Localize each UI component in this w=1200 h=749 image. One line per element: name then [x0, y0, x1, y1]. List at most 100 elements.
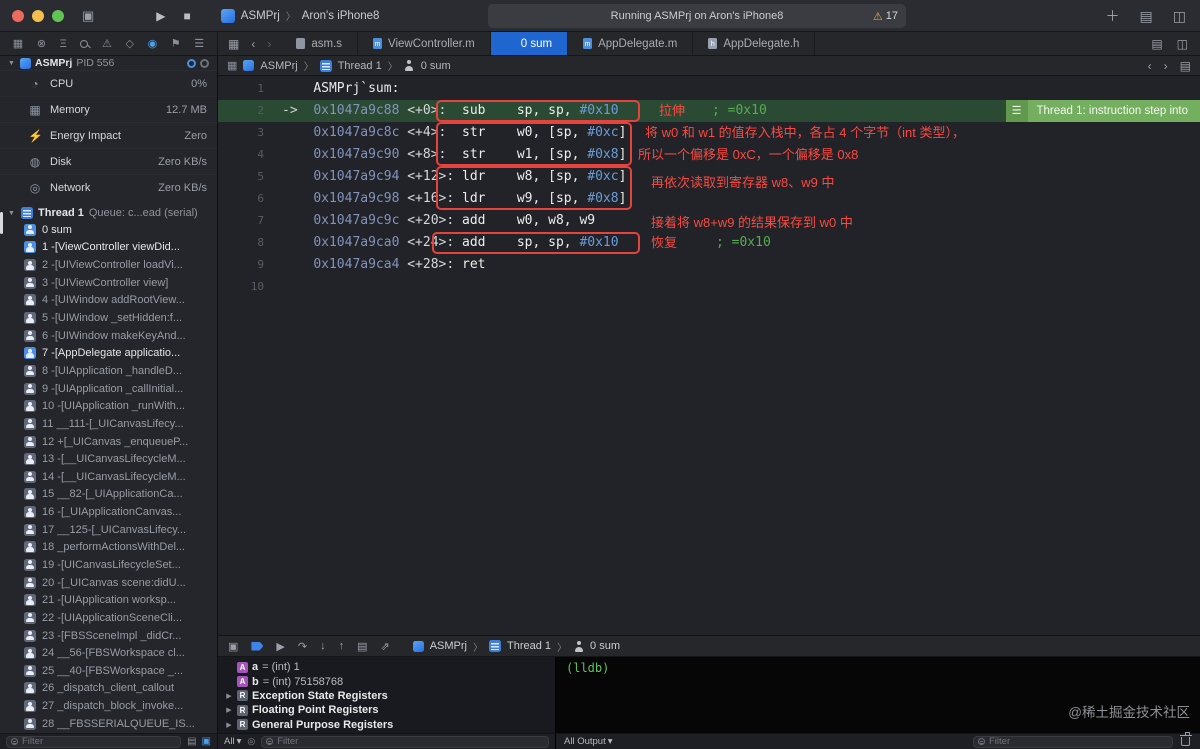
stop-button[interactable]: ■: [184, 0, 191, 32]
gauge-row[interactable]: ◎ Network Zero KB/s: [0, 174, 217, 200]
line-number[interactable]: 8: [218, 232, 268, 254]
jump-thread[interactable]: Thread 1: [338, 60, 382, 72]
disclosure-icon[interactable]: ▶: [225, 721, 233, 729]
chevron-right-icon[interactable]: ›: [1164, 59, 1168, 73]
stack-frame-row[interactable]: 16 -[_UIApplicationCanvas...: [24, 503, 217, 521]
gauge-row[interactable]: ◔ CPU 0%: [0, 70, 217, 96]
line-number[interactable]: 1: [218, 78, 268, 100]
stack-frame-row[interactable]: 5 -[UIWindow _setHidden:f...: [24, 309, 217, 327]
stack-frame-row[interactable]: 12 +[_UICanvas _enqueueP...: [24, 433, 217, 451]
issues-badge[interactable]: ⚠ 17: [873, 10, 898, 23]
stack-frame-row[interactable]: 7 -[AppDelegate applicatio...: [24, 344, 217, 362]
stack-frame-row[interactable]: 10 -[UIApplication _runWith...: [24, 397, 217, 415]
stack-frame-row[interactable]: 15 __82-[_UIApplicationCa...: [24, 486, 217, 504]
disclosure-icon[interactable]: ▼: [8, 60, 16, 67]
project-navigator-icon[interactable]: ▦: [13, 37, 23, 50]
line-number[interactable]: 7: [218, 210, 268, 232]
breakpoints-toggle-icon[interactable]: [251, 641, 264, 651]
window-panes-icon[interactable]: ▣: [82, 0, 94, 32]
variables-filter-input[interactable]: Filter: [261, 735, 549, 748]
stack-frame-row[interactable]: 18 _performActionsWithDel...: [24, 539, 217, 557]
stack-frame-row[interactable]: 28 __FBSSERIALQUEUE_IS...: [24, 715, 217, 733]
stack-frame-row[interactable]: 11 __111-[_UICanvasLifecy...: [24, 415, 217, 433]
continue-icon[interactable]: ▶: [276, 640, 284, 653]
find-navigator-icon[interactable]: [80, 39, 89, 48]
source-control-navigator-icon[interactable]: ⊗: [37, 37, 46, 50]
editor-tab[interactable]: asm.s: [281, 32, 359, 55]
editor-list-icon[interactable]: ▤: [1151, 37, 1162, 51]
run-button[interactable]: ▶: [156, 0, 165, 32]
console-scope-dropdown[interactable]: All Output ▾: [564, 736, 613, 747]
editor-tab[interactable]: m ViewController.m: [358, 32, 491, 55]
stack-frame-row[interactable]: 25 __40-[FBSWorkspace _...: [24, 662, 217, 680]
view-hierarchy-icon[interactable]: ▤: [357, 640, 367, 653]
variable-row[interactable]: ▶ R General Purpose Registers: [218, 718, 555, 732]
line-number[interactable]: 10: [218, 276, 268, 298]
debug-banner[interactable]: ☰ Thread 1: instruction step into: [1005, 100, 1200, 122]
stack-frame-row[interactable]: 26 _dispatch_client_callout: [24, 680, 217, 698]
variable-row[interactable]: ▶ R Exception State Registers: [218, 689, 555, 703]
stack-frame-row[interactable]: 1 -[ViewController viewDid...: [24, 239, 217, 257]
report-navigator-icon[interactable]: ☰: [194, 37, 204, 50]
add-button[interactable]: ＋: [1106, 6, 1120, 26]
stack-frame-row[interactable]: 27 _dispatch_block_invoke...: [24, 697, 217, 715]
step-over-icon[interactable]: ↷: [298, 640, 307, 653]
disclosure-icon[interactable]: ▼: [8, 210, 16, 217]
banner-menu-icon[interactable]: ☰: [1005, 100, 1028, 122]
flag-filter-icon[interactable]: ◎: [247, 736, 255, 747]
crumb-thread[interactable]: Thread 1: [507, 640, 551, 652]
process-row[interactable]: ▼ ASMPrj PID 556: [0, 56, 217, 70]
related-items-icon[interactable]: ▦: [227, 59, 237, 72]
stack-frame-row[interactable]: 13 -[__UICanvasLifecycleM...: [24, 450, 217, 468]
editor-tab[interactable]: 0 sum: [490, 32, 569, 55]
console-filter-input[interactable]: Filter: [973, 735, 1173, 748]
simulate-location-icon[interactable]: ⇗: [381, 640, 390, 653]
zoom-button[interactable]: [52, 9, 64, 22]
asm-line[interactable]: 10: [218, 276, 1200, 298]
show-only-icon[interactable]: ▤: [187, 736, 196, 747]
library-button[interactable]: ▤: [1140, 8, 1153, 25]
asm-line[interactable]: 8 0x1047a9ca0 <+24>: add sp, sp, #0x10: [218, 232, 1200, 254]
console-view[interactable]: (lldb) @稀土掘金技术社区: [556, 657, 1200, 733]
stack-frame-row[interactable]: 14 -[__UICanvasLifecycleM...: [24, 468, 217, 486]
asm-line[interactable]: 9 0x1047a9ca4 <+28>: ret: [218, 254, 1200, 276]
variable-row[interactable]: A a = (int) 1: [218, 660, 555, 674]
line-number[interactable]: 5: [218, 166, 268, 188]
thread-row[interactable]: ▼ Thread 1 Queue: c...ead (serial): [0, 205, 217, 221]
stack-frame-row[interactable]: 0 sum: [24, 221, 217, 239]
asm-line[interactable]: 1 ASMPrj`sum:: [218, 78, 1200, 100]
variables-scope-dropdown[interactable]: All ▾: [224, 736, 241, 747]
close-button[interactable]: [12, 9, 24, 22]
editor-tab[interactable]: m AppDelegate.m: [568, 32, 694, 55]
related-items-icon[interactable]: ▦: [228, 37, 239, 51]
forward-button[interactable]: ›: [267, 37, 271, 51]
clear-console-icon[interactable]: [1179, 732, 1192, 746]
stack-frame-row[interactable]: 9 -[UIApplication _callInitial...: [24, 380, 217, 398]
line-number[interactable]: 4: [218, 144, 268, 166]
variable-row[interactable]: ▶ R Floating Point Registers: [218, 703, 555, 717]
stack-frame-row[interactable]: 8 -[UIApplication _handleD...: [24, 362, 217, 380]
gauge-row[interactable]: ⚡ Energy Impact Zero: [0, 122, 217, 148]
issue-navigator-icon[interactable]: ⚠: [102, 37, 112, 50]
gauge-row[interactable]: ◍ Disk Zero KB/s: [0, 148, 217, 174]
stack-frame-row[interactable]: 21 -[UIApplication worksp...: [24, 591, 217, 609]
navigator-filter-input[interactable]: Filter: [6, 735, 182, 748]
jump-frame[interactable]: 0 sum: [421, 60, 451, 72]
hide-debug-area-icon[interactable]: ▣: [228, 640, 238, 653]
stack-frame-row[interactable]: 3 -[UIViewController view]: [24, 274, 217, 292]
disclosure-icon[interactable]: ▶: [225, 706, 233, 714]
line-number[interactable]: 9: [218, 254, 268, 276]
sidebar-scrollbar[interactable]: [0, 212, 3, 234]
breakpoint-navigator-icon[interactable]: ⚑: [171, 37, 181, 50]
variable-row[interactable]: A b = (int) 75158768: [218, 674, 555, 688]
disclosure-icon[interactable]: ▶: [225, 692, 233, 700]
stack-frame-row[interactable]: 2 -[UIViewController loadVi...: [24, 256, 217, 274]
stack-frame-row[interactable]: 24 __56-[FBSWorkspace cl...: [24, 644, 217, 662]
split-editor-icon[interactable]: ◫: [1177, 37, 1188, 51]
stack-frame-row[interactable]: 22 -[UIApplicationSceneCli...: [24, 609, 217, 627]
stack-frame-row[interactable]: 23 -[FBSSceneImpl _didCr...: [24, 627, 217, 645]
stack-frame-row[interactable]: 6 -[UIWindow makeKeyAnd...: [24, 327, 217, 345]
minimap-icon[interactable]: ▤: [1180, 59, 1191, 73]
stack-frame-row[interactable]: 19 -[UICanvasLifecycleSet...: [24, 556, 217, 574]
debug-navigator-icon[interactable]: ◉: [148, 37, 158, 50]
